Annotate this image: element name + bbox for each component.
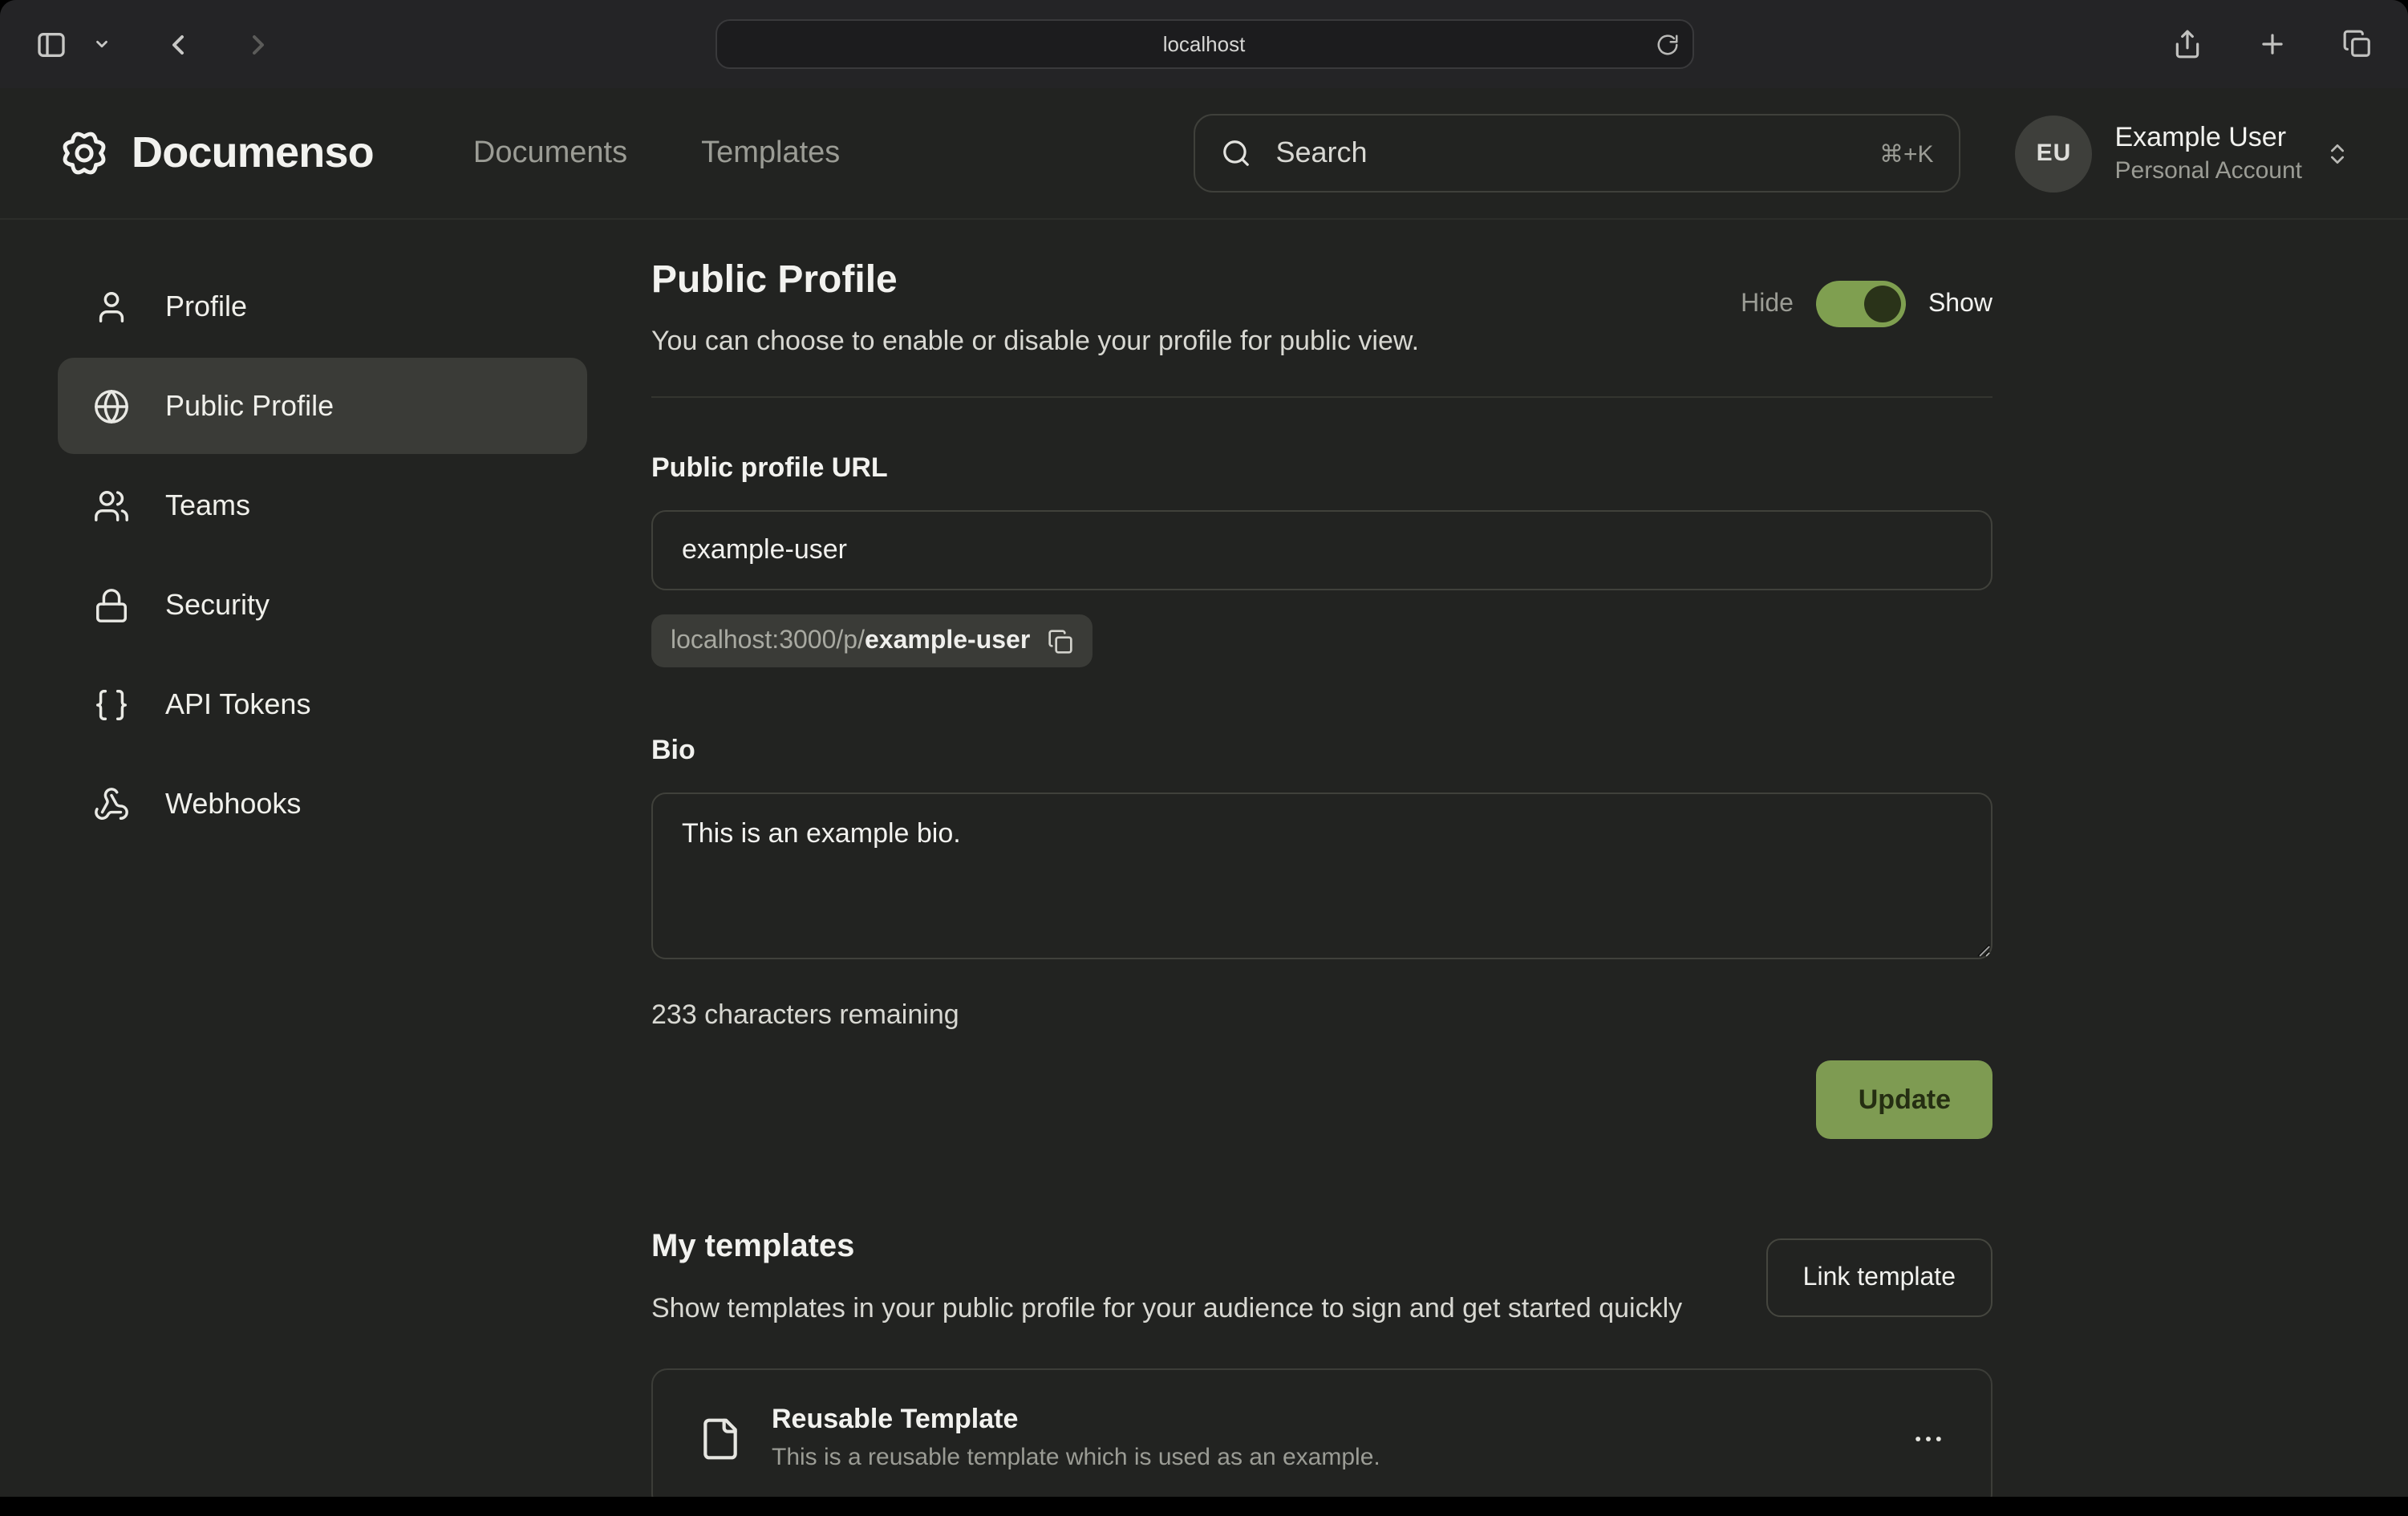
chevrons-up-down-icon	[2325, 140, 2350, 166]
visibility-toggle-group: Hide Show	[1741, 281, 1992, 327]
template-card: Reusable Template This is a reusable tem…	[651, 1368, 1992, 1497]
webhook-icon	[93, 785, 130, 822]
browser-toolbar: localhost	[0, 0, 2408, 88]
sidebar-item-webhooks[interactable]: Webhooks	[58, 756, 587, 852]
sidebar-item-security[interactable]: Security	[58, 557, 587, 653]
sidebar-item-label: API Tokens	[165, 687, 310, 721]
main-nav: Documents Templates	[473, 136, 840, 171]
nav-templates[interactable]: Templates	[701, 136, 840, 171]
sidebar-item-label: Teams	[165, 488, 250, 522]
search-shortcut-badge: ⌘+K	[1879, 139, 1934, 168]
characters-remaining: 233 characters remaining	[651, 999, 1992, 1032]
sidebar-item-label: Security	[165, 588, 270, 622]
users-icon	[93, 487, 130, 524]
sidebar-item-label: Webhooks	[165, 787, 301, 821]
forward-icon[interactable]	[236, 22, 281, 67]
page-title: Public Profile	[651, 258, 1419, 303]
my-templates-title: My templates	[651, 1229, 1682, 1266]
divider	[651, 396, 1992, 398]
toggle-thumb	[1864, 286, 1901, 322]
sidebar-item-label: Public Profile	[165, 389, 334, 423]
sidebar-item-api-tokens[interactable]: API Tokens	[58, 656, 587, 752]
tab-overview-icon[interactable]	[2336, 22, 2379, 66]
public-profile-panel: Public Profile You can choose to enable …	[651, 258, 1992, 1497]
copy-icon[interactable]	[1048, 628, 1073, 654]
profile-url-input[interactable]	[651, 510, 1992, 590]
nav-documents[interactable]: Documents	[473, 136, 627, 171]
my-templates-subtitle: Show templates in your public profile fo…	[651, 1288, 1682, 1330]
public-url-slug: example-user	[865, 626, 1030, 655]
global-search[interactable]: ⌘+K	[1194, 114, 1961, 193]
braces-icon	[93, 686, 130, 723]
sidebar-item-label: Profile	[165, 290, 247, 323]
template-description: This is a reusable template which is use…	[772, 1443, 1380, 1476]
update-button[interactable]: Update	[1817, 1060, 1992, 1139]
file-icon	[698, 1417, 743, 1461]
profile-visibility-toggle[interactable]	[1816, 281, 1906, 327]
share-icon[interactable]	[2166, 22, 2209, 66]
hide-label: Hide	[1741, 290, 1794, 318]
back-icon[interactable]	[156, 22, 201, 67]
user-icon	[93, 288, 130, 325]
page-subtitle: You can choose to enable or disable your…	[651, 326, 1419, 358]
show-label: Show	[1928, 290, 1992, 318]
documenso-logo-icon	[58, 127, 111, 180]
link-template-button[interactable]: Link template	[1766, 1238, 1992, 1317]
user-account-type: Personal Account	[2115, 156, 2303, 187]
new-tab-icon[interactable]	[2251, 22, 2294, 66]
documenso-logo[interactable]: Documenso	[58, 127, 374, 180]
refresh-icon[interactable]	[1652, 29, 1682, 59]
toolbar-chevron-down-icon[interactable]	[87, 29, 117, 59]
brand-name: Documenso	[132, 128, 374, 178]
user-menu[interactable]: EU Example User Personal Account	[2016, 115, 2351, 192]
app-header: Documenso Documents Templates ⌘+K EU Exa…	[0, 88, 2408, 220]
content: Profile Public Profile Teams Security AP…	[0, 220, 2408, 1497]
lock-icon	[93, 586, 130, 623]
profile-url-label: Public profile URL	[651, 452, 1992, 484]
address-bar[interactable]: localhost	[715, 19, 1693, 69]
avatar: EU	[2016, 115, 2093, 192]
address-bar-url: localhost	[1163, 32, 1246, 56]
user-name: Example User	[2115, 120, 2303, 155]
bio-textarea[interactable]: This is an example bio.	[651, 792, 1992, 959]
sidebar-item-teams[interactable]: Teams	[58, 457, 587, 553]
globe-icon	[93, 387, 130, 424]
public-url-badge: localhost:3000/p/example-user	[651, 614, 1093, 667]
public-url-prefix: localhost:3000/p/	[671, 626, 865, 655]
template-menu-ellipsis-icon[interactable]	[1901, 1412, 1956, 1466]
search-input[interactable]	[1273, 135, 1859, 172]
sidebar-item-public-profile[interactable]: Public Profile	[58, 358, 587, 454]
sidebar-toggle-icon[interactable]	[29, 22, 74, 67]
bio-label: Bio	[651, 735, 1992, 767]
sidebar-item-profile[interactable]: Profile	[58, 258, 587, 355]
search-icon	[1222, 138, 1252, 168]
template-name: Reusable Template	[772, 1403, 1380, 1440]
browser-window: localhost	[0, 0, 2408, 1497]
settings-sidebar: Profile Public Profile Teams Security AP…	[58, 258, 587, 852]
